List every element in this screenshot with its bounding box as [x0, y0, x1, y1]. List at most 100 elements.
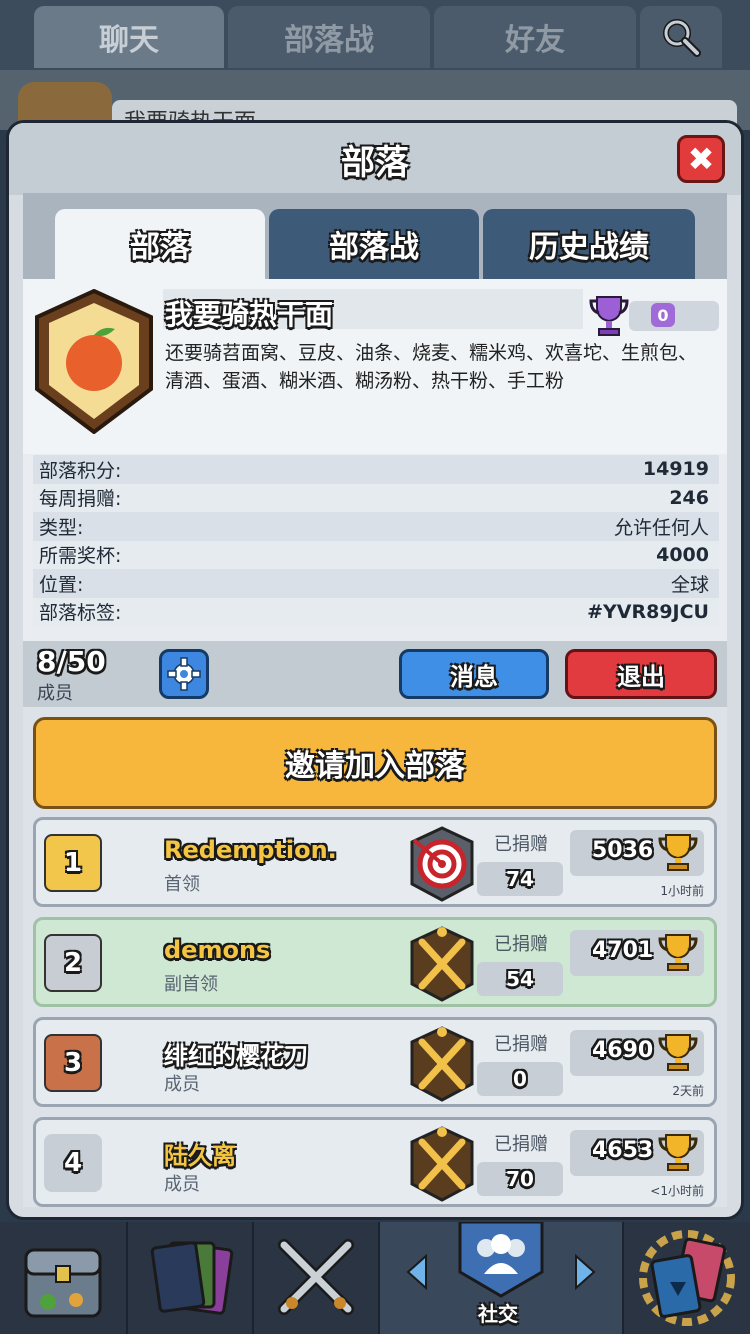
gold-trophy-icon: [658, 1134, 698, 1171]
tab-chat[interactable]: 聊天: [34, 6, 224, 68]
social-icon: [458, 1222, 544, 1298]
member-role: 首领: [164, 874, 200, 895]
clan-badge-icon: [35, 289, 153, 434]
sub-tab-clan-war[interactable]: 部落战: [269, 209, 479, 279]
rank-badge: 1: [44, 834, 102, 892]
last-seen: <1小时前: [650, 1184, 704, 1198]
sub-tab-history[interactable]: 历史战绩: [483, 209, 695, 279]
member-row[interactable]: 3 绯红的樱花刀 成员 已捐赠 0 4690 2天前: [33, 1017, 717, 1107]
search-button[interactable]: [640, 6, 722, 68]
nav-cards[interactable]: [128, 1222, 252, 1334]
modal-body: 部落 部落战 历史战绩 我要骑热干面 0 还要骑苕面窝、豆皮、油条、烧麦、糯米鸡…: [23, 193, 727, 1207]
info-label: 类型:: [39, 516, 84, 539]
info-label: 部落积分:: [39, 459, 122, 482]
info-label: 位置:: [39, 573, 84, 596]
info-value: 全球: [670, 573, 709, 596]
info-label: 每周捐赠:: [39, 488, 122, 511]
rank-number: 2: [63, 948, 83, 978]
last-seen: 2天前: [672, 1084, 704, 1098]
donated-label: 已捐赠: [494, 1134, 548, 1155]
crossed-swords-league-icon: [410, 1026, 474, 1102]
info-value: 246: [669, 486, 709, 509]
info-row-score: 部落积分: 14919: [33, 455, 719, 484]
info-label: 部落标签:: [39, 602, 122, 625]
settings-button[interactable]: [159, 649, 209, 699]
modal-title: 部落: [341, 142, 409, 183]
donated-label: 已捐赠: [494, 834, 548, 855]
message-button[interactable]: 消息: [399, 649, 549, 699]
member-row[interactable]: 1 Redemption. 首领 已捐赠 74 5036 1小时前: [33, 817, 717, 907]
donated-label: 已捐赠: [494, 1034, 548, 1055]
members-bar: 8/50 成员 消息 退出: [23, 641, 727, 707]
tab-clan-war-label: 部落战: [284, 23, 374, 58]
clan-description: 还要骑苕面窝、豆皮、油条、烧麦、糯米鸡、欢喜坨、生煎包、清酒、蛋酒、糊米酒、糊汤…: [165, 342, 698, 392]
rank-number: 1: [63, 848, 83, 878]
sub-tab-clan-label: 部落: [130, 230, 190, 265]
cards-icon: [150, 1241, 234, 1315]
donated-value: 70: [506, 1167, 534, 1191]
tab-friends[interactable]: 好友: [434, 6, 636, 68]
bottom-nav: [0, 1222, 750, 1334]
info-value: 4000: [656, 543, 709, 566]
chevron-right-icon: [575, 1253, 596, 1291]
member-trophies: 4690: [592, 1038, 654, 1063]
gold-trophy-icon: [658, 1034, 698, 1071]
gold-trophy-icon: [658, 934, 698, 971]
tab-chat-label: 聊天: [99, 23, 159, 58]
sub-tab-clan[interactable]: 部落: [55, 209, 265, 279]
last-seen: 1小时前: [660, 884, 704, 898]
chest-icon: [24, 1248, 102, 1318]
tab-clan-war[interactable]: 部落战: [228, 6, 430, 68]
invite-button-label: 邀请加入部落: [285, 749, 465, 784]
clan-trophy-value: 0: [651, 303, 675, 327]
donated-value: 54: [506, 967, 534, 991]
info-row-donations: 每周捐赠: 246: [33, 483, 719, 512]
sub-tab-history-label: 历史战绩: [529, 230, 649, 265]
member-name: 陆久离: [164, 1142, 236, 1170]
member-trophies: 4653: [592, 1138, 654, 1163]
clan-trophy-box: 0: [589, 293, 719, 336]
close-button[interactable]: ✖: [677, 135, 725, 183]
member-role: 成员: [164, 1174, 200, 1195]
member-trophies: 5036: [592, 838, 654, 863]
chevron-left-icon: [406, 1253, 427, 1291]
member-count-label: 成员: [37, 683, 73, 704]
crossed-swords-icon: [278, 1239, 354, 1315]
exit-button[interactable]: 退出: [565, 649, 717, 699]
member-role: 成员: [164, 1074, 200, 1095]
rank-number: 3: [63, 1048, 83, 1078]
info-row-required-trophies: 所需奖杯: 4000: [33, 540, 719, 569]
close-icon: ✖: [687, 140, 715, 178]
laurel-cards-icon: [639, 1230, 735, 1326]
search-icon: [663, 19, 701, 57]
nav-events[interactable]: [624, 1222, 750, 1334]
donated-value-box: 70: [477, 1162, 563, 1196]
gold-trophy-icon: [658, 834, 698, 871]
donated-value-box: 54: [477, 962, 563, 996]
member-name: Redemption.: [164, 836, 337, 864]
info-value: 允许任何人: [613, 516, 709, 539]
sub-tab-bar: 部落 部落战 历史战绩: [23, 193, 727, 279]
info-label: 所需奖杯:: [39, 545, 122, 568]
member-row[interactable]: 4 陆久离 成员 已捐赠 70 4653 <1小时前: [33, 1117, 717, 1207]
crossed-swords-league-icon: [410, 1126, 474, 1202]
member-role: 副首领: [164, 974, 218, 995]
purple-trophy-icon: [589, 296, 629, 336]
nav-battle[interactable]: [254, 1222, 378, 1334]
nav-shop[interactable]: [0, 1222, 126, 1334]
clan-name: 我要骑热干面: [165, 298, 334, 331]
info-value: 14919: [642, 458, 709, 481]
tab-friends-label: 好友: [505, 23, 565, 58]
members-list: 邀请加入部落 1 Redemption. 首领 已捐赠 74 5036 1小时前…: [23, 707, 727, 1207]
invite-button[interactable]: 邀请加入部落: [33, 717, 717, 809]
member-name: 绯红的樱花刀: [164, 1042, 308, 1070]
modal-header: 部落 ✖: [9, 123, 741, 195]
member-trophies: 4701: [592, 938, 654, 963]
info-value: #YVR89JCU: [587, 600, 709, 623]
rank-badge: 3: [44, 1034, 102, 1092]
clan-summary: 我要骑热干面 0 还要骑苕面窝、豆皮、油条、烧麦、糯米鸡、欢喜坨、生煎包、清酒、…: [23, 279, 727, 454]
donated-value: 0: [513, 1067, 527, 1091]
member-row[interactable]: 2 demons 副首领 已捐赠 54 4701: [33, 917, 717, 1007]
rank-number: 4: [63, 1148, 83, 1178]
nav-social-label: 社交: [478, 1302, 518, 1326]
